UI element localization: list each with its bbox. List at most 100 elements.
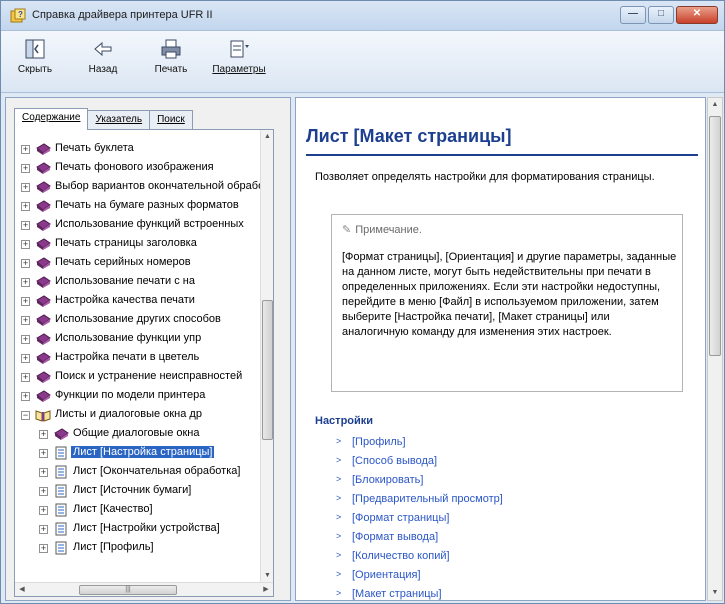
contents-tree: + Печать буклета + Печать фонового изображе… [14,129,274,597]
expand-icon[interactable]: + [39,487,48,496]
chevron-right-icon: > [336,436,342,446]
nav-tabs: Содержание Указатель Поиск [14,108,193,130]
maximize-button[interactable]: □ [648,6,674,24]
tree-item-label: Печать буклета [55,142,134,154]
expand-icon[interactable]: + [21,164,30,173]
expand-icon[interactable]: + [21,392,30,401]
hide-pane-icon [25,39,45,59]
tree-item[interactable]: + Лист [Профиль] [15,539,261,558]
tree-item[interactable]: + Общие диалоговые окна [15,425,261,444]
tree-item[interactable]: + Настройка печати в цветель [15,349,261,368]
expand-icon[interactable]: + [39,468,48,477]
hide-button[interactable]: Скрыть [5,35,65,89]
expand-icon[interactable]: + [21,202,30,211]
tree-item-label: Функции по модели принтера [55,389,206,401]
tree-item[interactable]: + Лист [Источник бумаги] [15,482,261,501]
expand-icon[interactable]: + [21,259,30,268]
expand-icon[interactable]: + [21,335,30,344]
expand-icon[interactable]: + [39,525,48,534]
settings-heading: Настройки [315,415,374,427]
page-icon [55,541,67,555]
expand-icon[interactable]: + [21,221,30,230]
tree-item[interactable]: + Лист [Окончательная обработка] [15,463,261,482]
expand-icon[interactable]: + [39,506,48,515]
scroll-down-icon[interactable]: ▼ [708,586,722,600]
expand-icon[interactable]: + [21,297,30,306]
tree-item[interactable]: + Лист [Качество] [15,501,261,520]
navigation-pane: Содержание Указатель Поиск + Печать букле… [5,97,291,601]
tree-item[interactable]: + Лист [Настройка страницы] [15,444,261,463]
chevron-right-icon: > [336,455,342,465]
scroll-thumb[interactable] [709,116,721,356]
expand-icon[interactable]: + [21,278,30,287]
tab-index[interactable]: Указатель [87,110,151,130]
tree-item[interactable]: + Использование печати с на [15,273,261,292]
book-closed-icon [54,428,69,440]
tree-item[interactable]: + Функции по модели принтера [15,387,261,406]
tree-item[interactable]: + Печать фонового изображения [15,159,261,178]
print-label: Печать [154,64,188,75]
note-pencil-icon: ✎ [342,224,352,236]
scroll-right-icon[interactable]: ▶ [259,583,273,596]
tree-item-label: Настройка печати в цветель [55,351,200,363]
options-label: Параметры [212,64,266,75]
print-button[interactable]: Печать [141,35,201,89]
tree-vertical-scrollbar[interactable]: ▲ ▼ [260,130,273,582]
collapse-icon[interactable]: − [21,411,30,420]
scroll-left-icon[interactable]: ◀ [15,583,29,596]
scroll-up-icon[interactable]: ▲ [708,98,722,112]
expand-icon[interactable]: + [21,316,30,325]
book-closed-icon [36,219,51,231]
minimize-icon: — [628,8,638,19]
tree-item[interactable]: + Выбор вариантов окончательной обработки [15,178,273,197]
title-bar[interactable]: ? Справка драйвера принтера UFR II — □ ✕ [1,1,724,31]
minimize-button[interactable]: — [620,6,646,24]
tree-item[interactable]: + Печать буклета [15,140,261,159]
scroll-up-icon[interactable]: ▲ [261,130,273,143]
settings-link-label: [Способ вывода] [352,455,438,467]
tree-item[interactable]: + Печать на бумаге разных форматов [15,197,261,216]
expand-icon[interactable]: + [21,373,30,382]
tree-item[interactable]: + Настройка качества печати [15,292,261,311]
chevron-right-icon: > [336,588,342,598]
tree-item[interactable]: + Использование функций встроенных [15,216,261,235]
close-button[interactable]: ✕ [676,6,718,24]
chevron-right-icon: > [336,550,342,560]
book-closed-icon [36,143,51,155]
tab-contents[interactable]: Содержание [14,108,89,130]
tree-item[interactable]: + Поиск и устранение неисправностей [15,368,261,387]
options-button[interactable]: Параметры [203,35,275,89]
expand-icon[interactable]: + [21,240,30,249]
tree-item-label: Выбор вариантов окончательной обработки [55,180,274,192]
close-icon: ✕ [692,8,702,19]
back-button[interactable]: Назад [73,35,133,89]
help-window: ? Справка драйвера принтера UFR II — □ ✕… [0,0,725,604]
scroll-down-icon[interactable]: ▼ [261,569,273,582]
expand-icon[interactable]: + [21,354,30,363]
expand-icon[interactable]: + [21,145,30,154]
tree-item[interactable]: + Использование функции упр [15,330,261,349]
tree-item[interactable]: + Печать страницы заголовка [15,235,261,254]
expand-icon[interactable]: + [39,430,48,439]
expand-icon[interactable]: + [39,449,48,458]
tree-item-label: Лист [Настройки устройства] [73,522,220,534]
content-vertical-scrollbar[interactable]: ▲ ▼ [707,97,723,601]
tree-item[interactable]: + Печать серийных номеров [15,254,261,273]
book-closed-icon [36,390,51,402]
scroll-thumb[interactable]: ||| [79,585,177,595]
tab-search[interactable]: Поиск [149,110,193,130]
tree-item[interactable]: − Листы и диалоговые окна др [15,406,261,425]
tree-item[interactable]: + Использование других способов [15,311,261,330]
chevron-right-icon: > [336,531,342,541]
book-closed-icon [36,238,51,250]
help-app-icon: ? [10,8,26,23]
expand-icon[interactable]: + [39,544,48,553]
book-closed-icon [36,295,51,307]
expand-icon[interactable]: + [21,183,30,192]
page-icon [55,484,67,498]
tree-item[interactable]: + Лист [Настройки устройства] [15,520,261,539]
tree-item-label: Использование функций встроенных [55,218,244,230]
scroll-thumb[interactable] [262,300,273,440]
back-label: Назад [88,64,118,75]
tree-horizontal-scrollbar[interactable]: ◀ ||| ▶ [15,582,273,596]
